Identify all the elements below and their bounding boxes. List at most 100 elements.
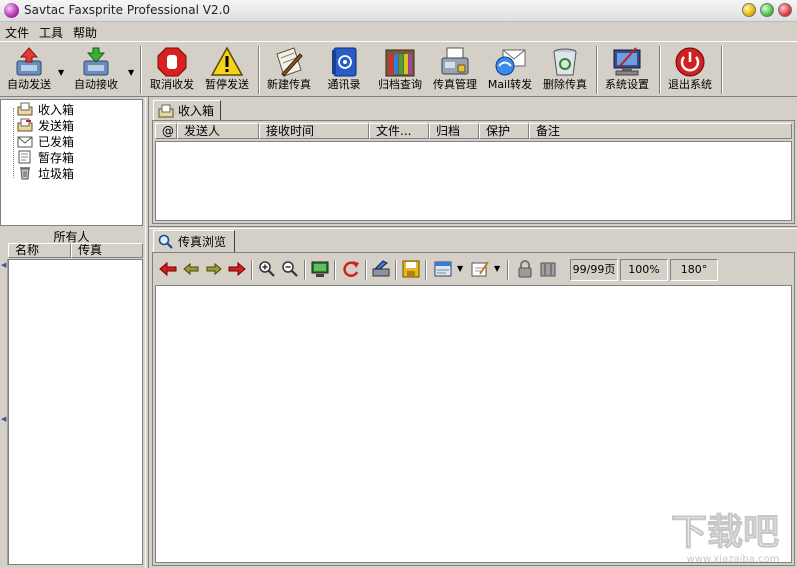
folder-label: 收入箱 <box>38 102 75 117</box>
auto-receive-label: 自动接收 <box>74 78 118 91</box>
folder-label: 已发箱 <box>38 134 75 149</box>
inbox-icon <box>17 102 33 116</box>
auto-send-dropdown-arrow[interactable]: ▼ <box>58 68 64 77</box>
column-sender[interactable]: 发送人 <box>177 123 259 139</box>
folder-trash[interactable]: 垃圾箱 <box>17 165 74 181</box>
maximize-button[interactable] <box>760 3 774 17</box>
auto-receive-button[interactable]: 自动接收 <box>70 46 122 96</box>
drafts-icon <box>18 150 31 164</box>
annotate-dropdown-arrow[interactable]: ▼ <box>494 264 500 273</box>
fax-toolbar-separator <box>425 260 427 280</box>
watermark-logo: 下载吧 www.xiazaiba.com <box>655 500 795 566</box>
fax-toolbar: ▼ ▼ 99/99页 100% 180° <box>155 257 792 283</box>
fax-toolbar-separator <box>251 260 253 280</box>
new-fax-button[interactable]: 新建传真 <box>263 46 315 96</box>
delete-fax-button[interactable]: 删除传真 <box>539 46 591 96</box>
column-protect[interactable]: 保护 <box>479 123 529 139</box>
unlock-icon[interactable] <box>538 260 558 278</box>
archive-icon <box>385 49 415 77</box>
folder-label: 暂存箱 <box>38 150 75 165</box>
delete-fax-label: 删除传真 <box>543 78 587 91</box>
cancel-label: 取消收发 <box>150 78 194 91</box>
settings-icon <box>613 47 641 76</box>
tree-connector <box>13 108 14 178</box>
column-received-time[interactable]: 接收时间 <box>259 123 369 139</box>
auto-receive-dropdown-arrow[interactable]: ▼ <box>128 68 134 77</box>
settings-label: 系统设置 <box>605 78 649 91</box>
close-button[interactable] <box>778 3 792 17</box>
fax-manage-button[interactable]: 传真管理 <box>429 46 481 96</box>
inbox-icon <box>158 104 174 117</box>
previous-page-icon[interactable] <box>181 260 201 278</box>
contacts-collapse-handle[interactable]: ◀ ◀ <box>0 259 8 565</box>
page-indicator: 99/99页 <box>570 259 618 281</box>
column-file[interactable]: 文件... <box>369 123 429 139</box>
folder-label: 发送箱 <box>38 118 75 133</box>
minimize-button[interactable] <box>742 3 756 17</box>
archive-query-button[interactable]: 归档查询 <box>374 46 426 96</box>
contacts-column-fax[interactable]: 传真 <box>71 243 143 258</box>
contacts-title: 所有人 <box>53 230 90 244</box>
mail-forward-button[interactable]: Mail转发 <box>484 46 536 96</box>
auto-send-button[interactable]: 自动发送 <box>4 46 54 96</box>
save-icon[interactable] <box>401 260 421 278</box>
magnifier-icon <box>158 234 173 249</box>
scan-icon[interactable] <box>371 260 391 278</box>
menu-file[interactable]: 文件 <box>5 24 29 41</box>
main-toolbar: 自动发送 ▼ 自动接收 ▼ 取消收发 暂停发送 新建传真 通讯录 归档查询 传真… <box>0 41 797 97</box>
window-title: Savtac Faxsprite Professional V2.0 <box>24 3 231 17</box>
pause-send-button[interactable]: 暂停发送 <box>201 46 253 96</box>
outbox-icon <box>17 118 33 132</box>
next-page-icon[interactable] <box>204 260 224 278</box>
first-page-icon[interactable] <box>158 260 178 278</box>
refresh-icon[interactable] <box>341 260 361 278</box>
fax-toolbar-separator <box>507 260 509 280</box>
folder-outbox[interactable]: 发送箱 <box>17 117 74 133</box>
contacts-list[interactable] <box>8 259 143 565</box>
title-bar: Savtac Faxsprite Professional V2.0 <box>0 0 797 22</box>
power-icon <box>675 47 705 77</box>
column-at[interactable]: @ <box>155 123 177 139</box>
vertical-splitter[interactable] <box>145 97 149 568</box>
image-adjust-icon[interactable] <box>433 260 453 278</box>
column-archive[interactable]: 归档 <box>429 123 479 139</box>
cancel-button[interactable]: 取消收发 <box>146 46 198 96</box>
annotate-icon[interactable] <box>470 260 490 278</box>
image-adjust-dropdown-arrow[interactable]: ▼ <box>457 264 463 273</box>
fax-toolbar-separator <box>395 260 397 280</box>
tab-fax-view[interactable]: 传真浏览 <box>153 230 235 252</box>
address-book-button[interactable]: 通讯录 <box>322 46 366 96</box>
folder-label: 垃圾箱 <box>38 166 75 181</box>
zoom-out-icon[interactable] <box>280 260 300 278</box>
svg-text:下载吧: 下载吧 <box>671 512 779 553</box>
folder-drafts[interactable]: 暂存箱 <box>17 149 74 165</box>
mail-forward-label: Mail转发 <box>487 78 533 91</box>
folder-inbox[interactable]: 收入箱 <box>17 101 74 117</box>
last-page-icon[interactable] <box>227 260 247 278</box>
auto-receive-icon <box>83 47 109 76</box>
exit-button[interactable]: 退出系统 <box>664 46 716 96</box>
horizontal-splitter[interactable] <box>149 226 797 229</box>
zoom-level: 100% <box>620 259 668 281</box>
column-note[interactable]: 备注 <box>529 123 792 139</box>
sent-icon <box>17 136 33 148</box>
inbox-list[interactable] <box>155 141 792 221</box>
tab-inbox[interactable]: 收入箱 <box>153 100 221 120</box>
auto-send-label: 自动发送 <box>7 78 51 91</box>
contacts-column-name[interactable]: 名称 <box>8 243 71 258</box>
menu-help[interactable]: 帮助 <box>73 24 97 41</box>
exit-label: 退出系统 <box>668 78 712 91</box>
new-fax-label: 新建传真 <box>267 78 311 91</box>
fax-toolbar-separator <box>334 260 336 280</box>
collapse-arrow-icon: ◀ <box>1 415 7 423</box>
address-book-icon <box>332 47 357 77</box>
fax-manage-icon <box>441 47 469 75</box>
zoom-in-icon[interactable] <box>257 260 277 278</box>
menu-tools[interactable]: 工具 <box>39 24 63 41</box>
lock-icon[interactable] <box>515 260 535 278</box>
settings-button[interactable]: 系统设置 <box>601 46 653 96</box>
folder-sent[interactable]: 已发箱 <box>17 133 74 149</box>
toolbar-separator <box>258 46 260 94</box>
watermark-graphic: 下载吧 www.xiazaiba.com <box>670 512 779 566</box>
fit-screen-icon[interactable] <box>310 260 330 278</box>
